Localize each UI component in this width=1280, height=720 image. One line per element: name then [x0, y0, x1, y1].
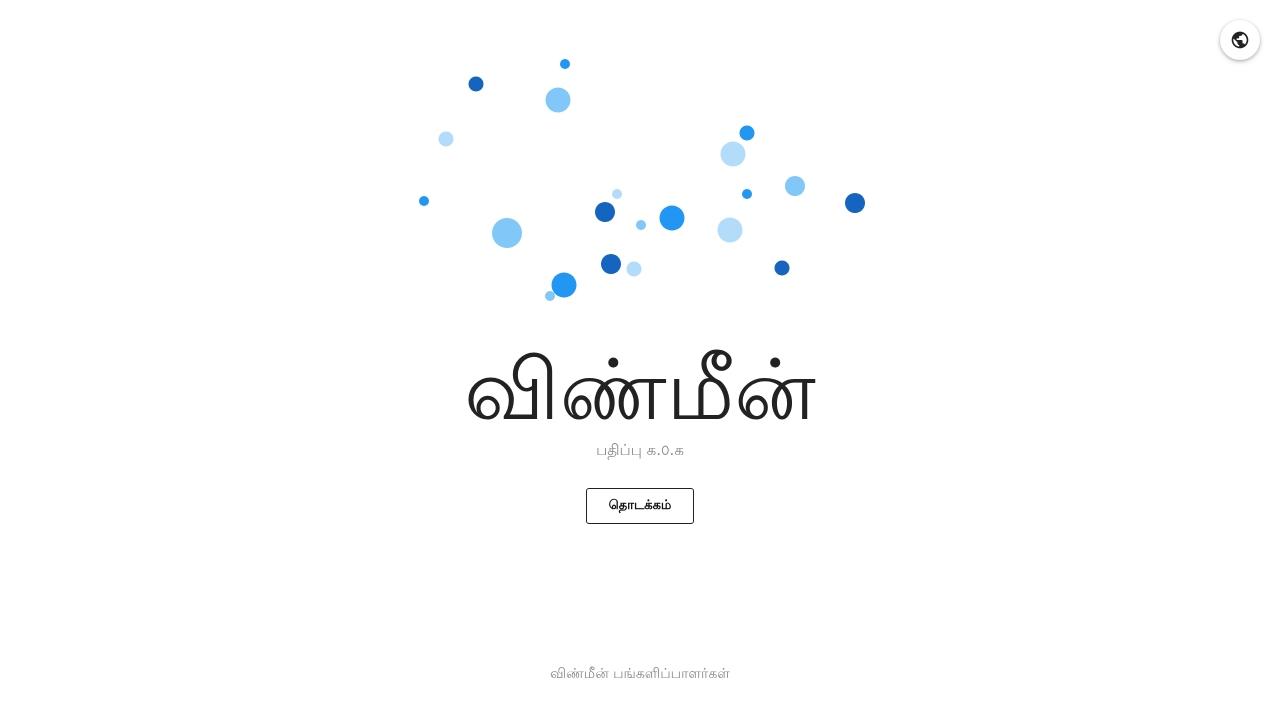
star-dot — [659, 205, 685, 231]
contributors-link[interactable]: விண்மீன் பங்களிப்பாளர்கள் — [550, 666, 730, 682]
star-dot — [739, 125, 755, 141]
welcome-screen: விண்மீன் பதிப்பு க.௦.க தொடக்கம் விண்மீன்… — [0, 0, 1280, 720]
star-dots-illustration — [419, 59, 865, 301]
star-dot — [774, 260, 790, 276]
star-dot — [717, 217, 743, 243]
star-dot — [545, 291, 555, 301]
star-dot — [419, 196, 429, 206]
star-dot — [560, 59, 570, 69]
star-dot — [636, 220, 646, 230]
star-dot — [785, 176, 805, 196]
star-dot — [438, 131, 454, 147]
star-dot — [742, 189, 752, 199]
star-dot — [595, 202, 615, 222]
version-label: பதிப்பு க.௦.க — [596, 441, 684, 459]
star-dot — [845, 193, 865, 213]
app-title: விண்மீன் — [464, 341, 816, 439]
star-dot — [492, 218, 522, 248]
footer: விண்மீன் பங்களிப்பாளர்கள் — [0, 664, 1280, 684]
star-dot — [545, 87, 571, 113]
star-dot — [601, 254, 621, 274]
star-dot — [720, 141, 746, 167]
star-dot — [612, 189, 622, 199]
start-button[interactable]: தொடக்கம் — [586, 488, 694, 524]
star-dot — [468, 76, 484, 92]
star-dot — [626, 261, 642, 277]
star-dot — [551, 272, 577, 298]
